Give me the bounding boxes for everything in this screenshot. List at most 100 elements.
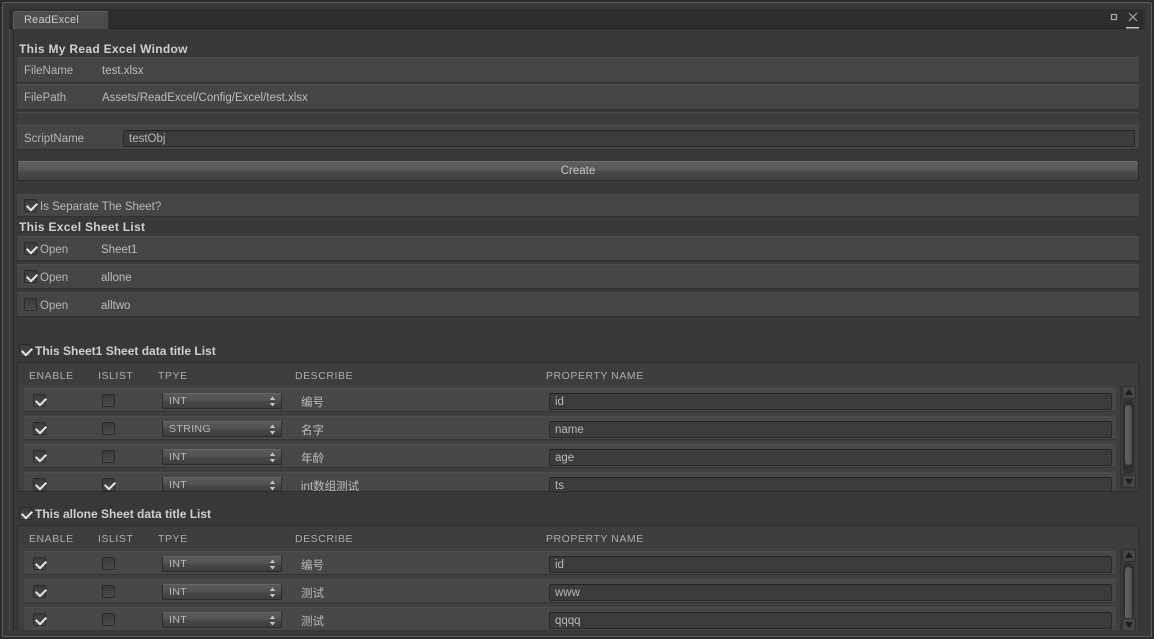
updown-arrows-icon [269,615,276,626]
is-separate-checkbox[interactable] [24,199,37,212]
window-content: This My Read Excel Window FileName test.… [9,29,1145,630]
sheet-open-label-2: Open [40,300,69,312]
row-type-dropdown[interactable]: INT [162,449,282,465]
table-1-header: ENABLE ISLIST TPYE DESCRIBE PROPERTY NAM… [18,526,1138,548]
maximize-icon[interactable] [1108,10,1120,22]
scroll-up-arrow[interactable] [1122,549,1136,562]
scroll-thumb[interactable] [1124,404,1133,466]
row-describe: 编号 [301,397,324,409]
table-1-toggle[interactable] [19,507,32,520]
create-button[interactable]: Create [17,161,1139,181]
row-describe: 测试 [301,588,324,600]
sheet-name-1: allone [101,272,132,284]
filename-value: test.xlsx [102,65,144,77]
scroll-track[interactable] [1123,400,1134,474]
row-property-input[interactable]: www [549,584,1112,601]
table-1-scrollbar[interactable] [1120,548,1136,630]
table-1-title-row: This allone Sheet data title List [19,507,211,521]
row-property-input[interactable]: id [549,556,1112,573]
sheet-name-0: Sheet1 [101,244,138,256]
row-islist-checkbox[interactable] [102,450,115,463]
row-property-input[interactable]: name [549,421,1112,438]
table-0: ENABLE ISLIST TPYE DESCRIBE PROPERTY NAM… [17,362,1139,492]
updown-arrows-icon [269,396,276,407]
row-islist-checkbox[interactable] [102,557,115,570]
row-type-dropdown[interactable]: INT [162,393,282,409]
row-type-dropdown[interactable]: INT [162,556,282,572]
row-type-dropdown[interactable]: INT [162,612,282,628]
row-enable-checkbox[interactable] [33,394,46,407]
filename-label: FileName [24,65,74,77]
sheet-name-2: alltwo [101,300,131,312]
scroll-down-arrow[interactable] [1122,475,1136,488]
sheet-list-title: This Excel Sheet List [19,220,146,234]
table-row[interactable]: INT 编号 id [24,551,1116,575]
updown-arrows-icon [269,424,276,435]
sheet-open-checkbox-1[interactable] [24,270,37,283]
table-row[interactable]: INT 测试 www [24,579,1116,603]
col-describe-1: DESCRIBE [295,533,354,545]
is-separate-label: Is Separate The Sheet? [40,201,162,213]
scroll-track[interactable] [1123,563,1134,622]
filepath-value: Assets/ReadExcel/Config/Excel/test.xlsx [102,92,308,104]
row-property-input[interactable]: id [549,393,1112,410]
table-0-scrollbar[interactable] [1120,385,1136,489]
table-row[interactable]: INT 年龄 age [24,444,1116,468]
row-enable-checkbox[interactable] [33,557,46,570]
row-islist-checkbox[interactable] [102,394,115,407]
row-islist-checkbox[interactable] [102,585,115,598]
row-enable-checkbox[interactable] [33,613,46,626]
table-row[interactable]: INT 编号 id [24,388,1116,412]
row-type-dropdown[interactable]: STRING [162,421,282,437]
row-enable-checkbox[interactable] [33,422,46,435]
col-type-1: TPYE [158,533,188,545]
sheet-open-label-1: Open [40,272,69,284]
table-0-toggle[interactable] [19,344,32,357]
col-describe-0: DESCRIBE [295,370,354,382]
row-property-input[interactable]: ts [549,477,1112,491]
row-property-input[interactable]: age [549,449,1112,466]
window-tab-bar: ReadExcel [9,9,1145,37]
scriptname-label: ScriptName [24,133,85,145]
row-enable-checkbox[interactable] [33,450,46,463]
col-enable-1: ENABLE [29,533,74,545]
sheet-open-label-0: Open [40,244,69,256]
col-islist-1: ISLIST [98,533,134,545]
scriptname-row: ScriptName testObj [17,125,1139,150]
row-enable-checkbox[interactable] [33,478,46,491]
table-0-title: This Sheet1 Sheet data title List [35,344,216,358]
filepath-label: FilePath [24,92,67,104]
row-type-dropdown[interactable]: INT [162,584,282,600]
sheet-row-1[interactable]: Open allone [17,264,1139,289]
row-type-dropdown[interactable]: INT [162,477,282,491]
col-property-0: PROPERTY NAME [546,370,644,382]
table-row[interactable]: STRING 名字 name [24,416,1116,440]
row-describe: 测试 [301,616,324,628]
updown-arrows-icon [269,559,276,570]
row-islist-checkbox[interactable] [102,478,115,491]
row-islist-checkbox[interactable] [102,422,115,435]
sheet-open-checkbox-2[interactable] [24,298,37,311]
table-0-title-row: This Sheet1 Sheet data title List [19,344,216,358]
window-controls [1108,10,1139,22]
tab-readexcel[interactable]: ReadExcel [13,11,109,29]
scroll-thumb[interactable] [1124,566,1133,622]
filepath-row: FilePath Assets/ReadExcel/Config/Excel/t… [17,84,1139,110]
page-title: This My Read Excel Window [19,42,188,56]
scroll-up-arrow[interactable] [1122,386,1136,399]
row-property-input[interactable]: qqqq [549,612,1112,629]
row-islist-checkbox[interactable] [102,613,115,626]
row-describe: int数组测试 [301,481,360,492]
table-row[interactable]: INT 测试 qqqq [24,607,1116,630]
scriptname-input[interactable]: testObj [123,130,1135,147]
unity-editor-window: ReadExcel This My Read Excel Window File… [0,0,1154,639]
table-row[interactable]: INT int数组测试 ts [24,472,1116,492]
close-icon[interactable] [1127,10,1139,22]
scroll-down-arrow[interactable] [1122,618,1136,630]
sheet-row-2[interactable]: Open alltwo [17,292,1139,317]
is-separate-row: Is Separate The Sheet? [17,194,1139,217]
row-enable-checkbox[interactable] [33,585,46,598]
sheet-row-0[interactable]: Open Sheet1 [17,236,1139,261]
col-islist-0: ISLIST [98,370,134,382]
sheet-open-checkbox-0[interactable] [24,242,37,255]
